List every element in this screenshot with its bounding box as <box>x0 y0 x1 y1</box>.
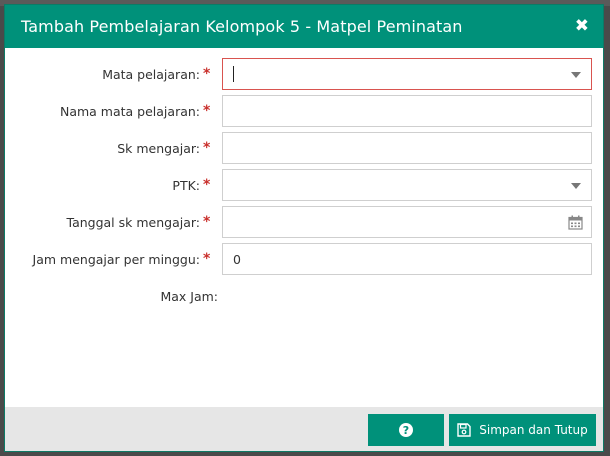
sk-date-label: Tanggal sk mengajar: * <box>67 206 212 238</box>
form-row-hours: Jam mengajar per minggu: * 0 <box>5 243 603 275</box>
add-learning-dialog: Tambah Pembelajaran Kelompok 5 - Matpel … <box>4 4 604 452</box>
dialog-footer: ? Simpan dan Tutup <box>5 407 603 451</box>
close-icon[interactable]: ✖ <box>575 18 589 35</box>
ptk-label: PTK: * <box>172 169 211 201</box>
form-row-subject: Mata pelajaran: * <box>5 58 603 90</box>
ptk-select[interactable] <box>222 169 592 201</box>
required-mark: * <box>203 103 211 119</box>
dialog-title: Tambah Pembelajaran Kelompok 5 - Matpel … <box>21 17 463 36</box>
sk-input[interactable] <box>222 132 592 164</box>
max-hours-label: Max Jam: <box>160 280 218 312</box>
hours-input[interactable]: 0 <box>222 243 592 275</box>
subject-name-label-text: Nama mata pelajaran: <box>59 103 200 119</box>
required-mark: * <box>203 140 211 156</box>
help-button[interactable]: ? <box>368 414 444 446</box>
sk-label: Sk mengajar: * <box>117 132 211 164</box>
required-mark: * <box>203 177 211 193</box>
required-mark: * <box>203 251 211 267</box>
form-row-subject-name: Nama mata pelajaran: * <box>5 95 603 127</box>
sk-label-text: Sk mengajar: <box>117 140 200 156</box>
chevron-down-icon[interactable] <box>571 72 581 78</box>
subject-label-text: Mata pelajaran: <box>102 66 200 82</box>
max-hours-label-text: Max Jam: <box>160 288 218 304</box>
sk-date-label-text: Tanggal sk mengajar: <box>66 214 201 230</box>
hours-label-text: Jam mengajar per minggu: <box>32 251 200 267</box>
form-row-max-hours: Max Jam: <box>5 280 603 312</box>
calendar-icon[interactable] <box>568 215 583 230</box>
subject-label: Mata pelajaran: * <box>102 58 211 90</box>
form-row-ptk: PTK: * <box>5 169 603 201</box>
subject-select[interactable] <box>222 58 592 90</box>
subject-name-label: Nama mata pelajaran: * <box>60 95 211 127</box>
hours-label: Jam mengajar per minggu: * <box>33 243 211 275</box>
required-mark: * <box>203 214 211 230</box>
sk-date-input[interactable] <box>222 206 592 238</box>
form-row-sk: Sk mengajar: * <box>5 132 603 164</box>
form-row-sk-date: Tanggal sk mengajar: * <box>5 206 603 238</box>
question-icon: ? <box>399 423 413 437</box>
required-mark: * <box>203 66 211 82</box>
ptk-label-text: PTK: <box>172 177 200 193</box>
save-and-close-label: Simpan dan Tutup <box>479 423 588 437</box>
hours-value: 0 <box>233 251 241 267</box>
text-caret <box>233 66 234 82</box>
subject-name-input[interactable] <box>222 95 592 127</box>
save-and-close-button[interactable]: Simpan dan Tutup <box>449 414 596 446</box>
dialog-header: Tambah Pembelajaran Kelompok 5 - Matpel … <box>5 5 603 48</box>
chevron-down-icon[interactable] <box>571 183 581 189</box>
save-icon <box>457 423 471 437</box>
